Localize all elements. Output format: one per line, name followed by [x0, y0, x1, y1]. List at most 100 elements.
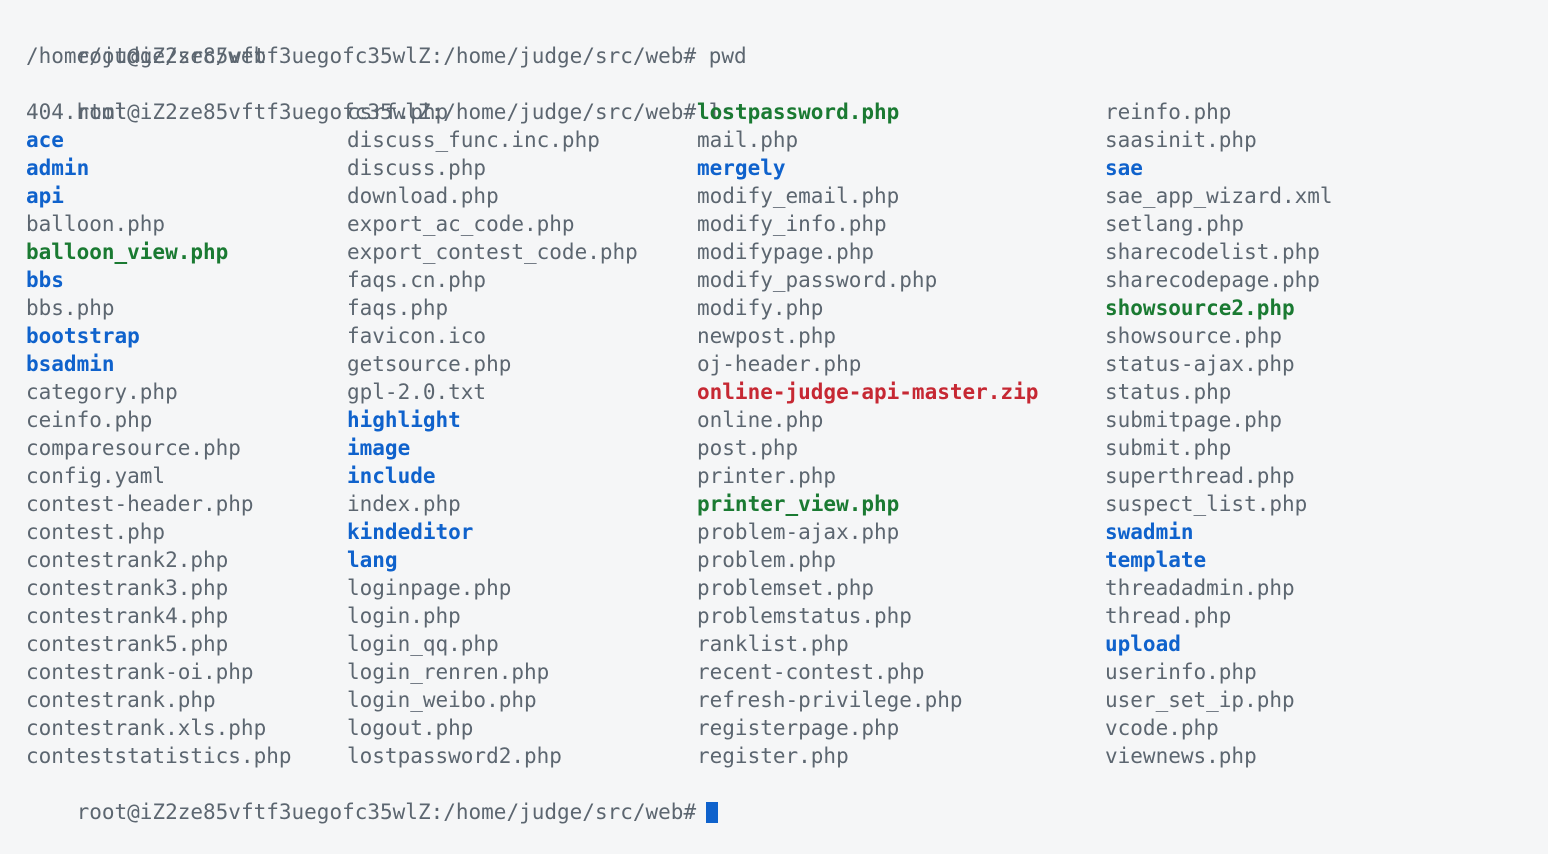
listing-entry-file: 404.html [26, 100, 128, 124]
listing-row: contest-header.php index.php printer_view.… [26, 490, 1548, 518]
listing-row: conteststatistics.php lostpassword2.php re… [26, 742, 1548, 770]
listing-entry-file: bbs.php [26, 296, 115, 320]
listing-entry-file: suspect_list.php [1105, 492, 1308, 516]
shell-prompt: root@iZ2ze85vftf3uegofc35wlZ:/home/judge… [76, 800, 697, 824]
listing-entry-file: contest-header.php [26, 492, 254, 516]
listing-entry-file: sharecodepage.php [1105, 268, 1320, 292]
listing-entry-directory: bsadmin [26, 352, 115, 376]
listing-row: comparesource.php image post.php submit.php [26, 434, 1548, 462]
listing-entry-directory: kindeditor [347, 520, 474, 544]
listing-row: config.yaml include printer.php superthread… [26, 462, 1548, 490]
listing-entry-file: index.php [347, 492, 461, 516]
listing-entry-file: vcode.php [1105, 716, 1219, 740]
listing-row: category.php gpl-2.0.txt online-judge-api-… [26, 378, 1548, 406]
listing-entry-file: contestrank.xls.php [26, 716, 267, 740]
listing-entry-archive: online-judge-api-master.zip [697, 380, 1039, 404]
listing-row: bootstrap favicon.ico newpost.php showsourc… [26, 322, 1548, 350]
listing-entry-executable: printer_view.php [697, 492, 900, 516]
listing-row: admin discuss.php mergely sae [26, 154, 1548, 182]
listing-entry-file: status-ajax.php [1105, 352, 1295, 376]
listing-entry-file: modify.php [697, 296, 824, 320]
listing-entry-file: contestrank-oi.php [26, 660, 254, 684]
listing-entry-file: conteststatistics.php [26, 744, 292, 768]
listing-entry-file: logout.php [347, 716, 474, 740]
listing-entry-file: viewnews.php [1105, 744, 1257, 768]
listing-entry-directory: template [1105, 548, 1207, 572]
listing-entry-executable: lostpassword.php [697, 100, 900, 124]
listing-entry-file: printer.php [697, 464, 837, 488]
listing-entry-file: showsource.php [1105, 324, 1283, 348]
listing-entry-file: contestrank.php [26, 688, 216, 712]
listing-entry-file: status.php [1105, 380, 1232, 404]
listing-entry-file: loginpage.php [347, 576, 512, 600]
listing-row: api download.php modify_email.php sae_app_w… [26, 182, 1548, 210]
final-prompt-line[interactable]: root@iZ2ze85vftf3uegofc35wlZ:/home/judge… [26, 770, 1548, 824]
listing-entry-file: contestrank2.php [26, 548, 229, 572]
listing-entry-file: login_renren.php [347, 660, 550, 684]
listing-row: ceinfo.php highlight online.php submitpage.… [26, 406, 1548, 434]
listing-row: bbs.php faqs.php modify.php showsource2.php [26, 294, 1548, 322]
listing-entry-file: faqs.cn.php [347, 268, 487, 292]
listing-entry-directory: api [26, 184, 64, 208]
listing-entry-file: modify_info.php [697, 212, 887, 236]
listing-entry-directory: mergely [697, 156, 786, 180]
listing-row: contestrank5.php login_qq.php ranklist.php… [26, 630, 1548, 658]
listing-row: contestrank4.php login.php problemstatus.p… [26, 602, 1548, 630]
command-line-pwd: root@iZ2ze85vftf3uegofc35wlZ:/home/judge… [26, 14, 1548, 68]
listing-entry-file: post.php [697, 436, 799, 460]
listing-entry-file: reinfo.php [1105, 100, 1232, 124]
listing-entry-file: export_ac_code.php [347, 212, 575, 236]
listing-entry-file: lostpassword2.php [347, 744, 562, 768]
listing-entry-file: problemstatus.php [697, 604, 912, 628]
listing-entry-file: modify_email.php [697, 184, 900, 208]
listing-row: contestrank.php login_weibo.php refresh-pr… [26, 686, 1548, 714]
listing-row: 404.html csrf.php lostpassword.php reinfo.p… [26, 98, 1548, 126]
listing-row: contestrank2.php lang problem.php template [26, 546, 1548, 574]
listing-row: balloon_view.php export_contest_code.php m… [26, 238, 1548, 266]
listing-entry-file: problem-ajax.php [697, 520, 900, 544]
listing-row: contest.php kindeditor problem-ajax.php swa… [26, 518, 1548, 546]
listing-entry-file: balloon.php [26, 212, 166, 236]
listing-entry-file: login_weibo.php [347, 688, 537, 712]
listing-entry-file: csrf.php [347, 100, 449, 124]
listing-entry-file: discuss.php [347, 156, 487, 180]
listing-entry-file: thread.php [1105, 604, 1232, 628]
listing-entry-file: faqs.php [347, 296, 449, 320]
listing-entry-file: problemset.php [697, 576, 875, 600]
listing-entry-file: login.php [347, 604, 461, 628]
listing-row: bsadmin getsource.php oj-header.php status-… [26, 350, 1548, 378]
listing-entry-file: category.php [26, 380, 178, 404]
terminal-window[interactable]: root@iZ2ze85vftf3uegofc35wlZ:/home/judge… [0, 0, 1548, 838]
listing-entry-file: discuss_func.inc.php [347, 128, 600, 152]
listing-entry-file: export_contest_code.php [347, 240, 638, 264]
listing-entry-executable: balloon_view.php [26, 240, 229, 264]
listing-entry-file: submit.php [1105, 436, 1232, 460]
listing-entry-directory: highlight [347, 408, 461, 432]
listing-entry-file: setlang.php [1105, 212, 1245, 236]
listing-entry-file: favicon.ico [347, 324, 487, 348]
text-cursor [706, 802, 719, 823]
listing-entry-file: contestrank4.php [26, 604, 229, 628]
output-pwd: /home/judge/src/web [26, 44, 267, 68]
listing-entry-file: threadadmin.php [1105, 576, 1295, 600]
listing-row: balloon.php export_ac_code.php modify_info… [26, 210, 1548, 238]
listing-entry-file: sae_app_wizard.xml [1105, 184, 1333, 208]
listing-row: contestrank.xls.php logout.php registerpag… [26, 714, 1548, 742]
listing-entry-file: contest.php [26, 520, 166, 544]
listing-entry-directory: bbs [26, 268, 64, 292]
listing-entry-file: submitpage.php [1105, 408, 1283, 432]
listing-entry-directory: image [347, 436, 411, 460]
listing-entry-directory: admin [26, 156, 90, 180]
listing-entry-directory: swadmin [1105, 520, 1194, 544]
listing-entry-file: recent-contest.php [697, 660, 925, 684]
listing-entry-file: register.php [697, 744, 849, 768]
listing-entry-file: login_qq.php [347, 632, 499, 656]
listing-entry-file: contestrank3.php [26, 576, 229, 600]
listing-row: contestrank-oi.php login_renren.php recent… [26, 658, 1548, 686]
listing-row: ace discuss_func.inc.php mail.php saasinit.… [26, 126, 1548, 154]
listing-entry-file: saasinit.php [1105, 128, 1257, 152]
listing-entry-file: online.php [697, 408, 824, 432]
listing-entry-executable: showsource2.php [1105, 296, 1295, 320]
listing-entry-file: modify_password.php [697, 268, 938, 292]
listing-entry-file: registerpage.php [697, 716, 900, 740]
